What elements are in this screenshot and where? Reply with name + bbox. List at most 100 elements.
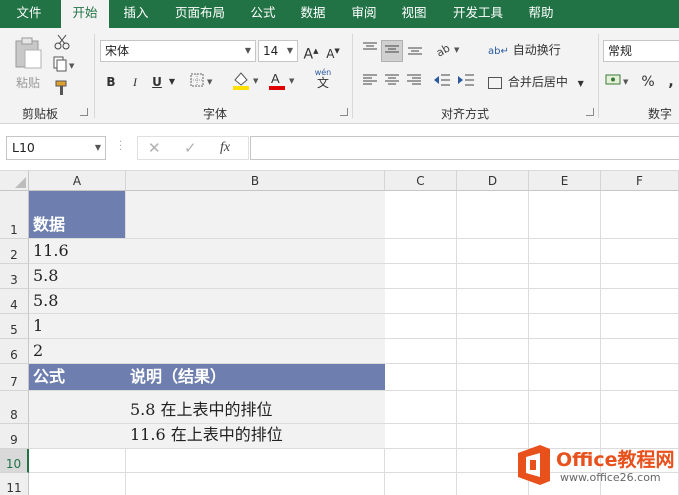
tab-formulas[interactable]: 公式 bbox=[241, 0, 285, 28]
column-header-d[interactable]: D bbox=[457, 171, 529, 191]
clipboard-launcher-icon[interactable] bbox=[80, 108, 88, 116]
cell-c1[interactable] bbox=[385, 191, 457, 239]
phonetic-icon[interactable]: wén 文 bbox=[308, 68, 338, 89]
cell-a1[interactable]: 数据 bbox=[29, 191, 126, 239]
cell-c10[interactable] bbox=[385, 449, 457, 473]
cell-f7[interactable] bbox=[601, 364, 679, 391]
cell-d6[interactable] bbox=[457, 339, 529, 364]
currency-icon[interactable]: ▼ bbox=[604, 72, 634, 94]
tab-view[interactable]: 视图 bbox=[392, 0, 436, 28]
cell-a7[interactable]: 公式 bbox=[29, 364, 126, 391]
row-header-4[interactable]: 4 bbox=[0, 289, 29, 314]
cell-f6[interactable] bbox=[601, 339, 679, 364]
cell-c8[interactable] bbox=[385, 391, 457, 424]
cell-e4[interactable] bbox=[529, 289, 601, 314]
percent-button[interactable]: % bbox=[640, 72, 656, 92]
comma-button[interactable]: , bbox=[664, 72, 678, 92]
cell-b3[interactable] bbox=[126, 264, 385, 289]
cell-e5[interactable] bbox=[529, 314, 601, 339]
chevron-down-icon[interactable]: ▼ bbox=[166, 72, 178, 92]
column-header-e[interactable]: E bbox=[529, 171, 601, 191]
cell-b2[interactable] bbox=[126, 239, 385, 264]
underline-button[interactable]: U bbox=[148, 72, 166, 92]
cell-c5[interactable] bbox=[385, 314, 457, 339]
cell-c7[interactable] bbox=[385, 364, 457, 391]
align-top-icon[interactable] bbox=[360, 40, 380, 62]
cell-d5[interactable] bbox=[457, 314, 529, 339]
cell-a5[interactable]: 1 bbox=[29, 314, 126, 339]
number-format-combo[interactable]: 常规 bbox=[603, 40, 679, 62]
cell-f3[interactable] bbox=[601, 264, 679, 289]
cell-b1[interactable] bbox=[126, 191, 385, 239]
cell-d4[interactable] bbox=[457, 289, 529, 314]
cell-c6[interactable] bbox=[385, 339, 457, 364]
cell-b7[interactable]: 说明（结果） bbox=[126, 364, 385, 391]
cell-c3[interactable] bbox=[385, 264, 457, 289]
column-header-f[interactable]: F bbox=[601, 171, 679, 191]
format-painter-icon[interactable] bbox=[52, 80, 72, 102]
tab-home[interactable]: 开始 bbox=[61, 0, 109, 29]
cell-c9[interactable] bbox=[385, 424, 457, 449]
row-header-10[interactable]: 10 bbox=[0, 449, 29, 473]
tab-data[interactable]: 数据 bbox=[291, 0, 335, 28]
tab-review[interactable]: 审阅 bbox=[342, 0, 386, 28]
cell-b4[interactable] bbox=[126, 289, 385, 314]
column-header-c[interactable]: C bbox=[385, 171, 457, 191]
merge-center-button[interactable]: 合并后居中 ▼ bbox=[488, 72, 588, 94]
font-name-combo[interactable]: 宋体 ▼ bbox=[100, 40, 256, 62]
borders-icon[interactable]: ▼ bbox=[188, 72, 216, 94]
cell-d7[interactable] bbox=[457, 364, 529, 391]
row-header-2[interactable]: 2 bbox=[0, 239, 29, 264]
font-color-icon[interactable]: A ▼ bbox=[266, 70, 298, 96]
align-middle-icon[interactable] bbox=[381, 40, 403, 62]
tab-page-layout[interactable]: 页面布局 bbox=[165, 0, 235, 28]
cell-b8[interactable]: 5.8 在上表中的排位 bbox=[126, 391, 385, 424]
tab-help[interactable]: 帮助 bbox=[519, 0, 563, 28]
cell-f2[interactable] bbox=[601, 239, 679, 264]
cell-e7[interactable] bbox=[529, 364, 601, 391]
row-header-6[interactable]: 6 bbox=[0, 339, 29, 364]
cell-b10[interactable] bbox=[126, 449, 385, 473]
align-right-icon[interactable] bbox=[404, 72, 424, 94]
row-header-3[interactable]: 3 bbox=[0, 264, 29, 289]
row-header-11[interactable]: 11 bbox=[0, 473, 29, 495]
cell-a4[interactable]: 5.8 bbox=[29, 289, 126, 314]
cell-a3[interactable]: 5.8 bbox=[29, 264, 126, 289]
row-header-5[interactable]: 5 bbox=[0, 314, 29, 339]
tab-developer[interactable]: 开发工具 bbox=[443, 0, 513, 28]
select-all-corner[interactable] bbox=[0, 171, 29, 191]
cell-b5[interactable] bbox=[126, 314, 385, 339]
cell-d8[interactable] bbox=[457, 391, 529, 424]
cell-b6[interactable] bbox=[126, 339, 385, 364]
name-box[interactable]: L10 ▼ bbox=[6, 136, 106, 160]
cell-c4[interactable] bbox=[385, 289, 457, 314]
decrease-indent-icon[interactable] bbox=[432, 72, 452, 94]
cell-f5[interactable] bbox=[601, 314, 679, 339]
cell-a10[interactable] bbox=[29, 449, 126, 473]
cell-e1[interactable] bbox=[529, 191, 601, 239]
cell-c2[interactable] bbox=[385, 239, 457, 264]
tab-insert[interactable]: 插入 bbox=[114, 0, 158, 28]
cell-d3[interactable] bbox=[457, 264, 529, 289]
cancel-icon[interactable]: ✕ bbox=[148, 139, 161, 157]
cell-a2[interactable]: 11.6 bbox=[29, 239, 126, 264]
row-header-1[interactable]: 1 bbox=[0, 191, 29, 239]
row-header-8[interactable]: 8 bbox=[0, 391, 29, 424]
italic-button[interactable]: I bbox=[126, 72, 144, 92]
font-size-combo[interactable]: 14 ▼ bbox=[258, 40, 298, 62]
row-header-9[interactable]: 9 bbox=[0, 424, 29, 449]
cell-f4[interactable] bbox=[601, 289, 679, 314]
cell-f8[interactable] bbox=[601, 391, 679, 424]
column-header-a[interactable]: A bbox=[29, 171, 126, 191]
fill-color-icon[interactable]: ▼ bbox=[230, 70, 262, 96]
align-left-icon[interactable] bbox=[360, 72, 380, 94]
cell-b11[interactable] bbox=[126, 473, 385, 495]
enter-icon[interactable]: ✓ bbox=[184, 139, 197, 157]
increase-indent-icon[interactable] bbox=[456, 72, 476, 94]
cell-f1[interactable] bbox=[601, 191, 679, 239]
decrease-font-icon[interactable]: A▼ bbox=[324, 41, 342, 64]
copy-icon[interactable]: ▼ bbox=[52, 56, 78, 78]
formula-input[interactable] bbox=[250, 136, 679, 160]
cell-d2[interactable] bbox=[457, 239, 529, 264]
cell-e6[interactable] bbox=[529, 339, 601, 364]
